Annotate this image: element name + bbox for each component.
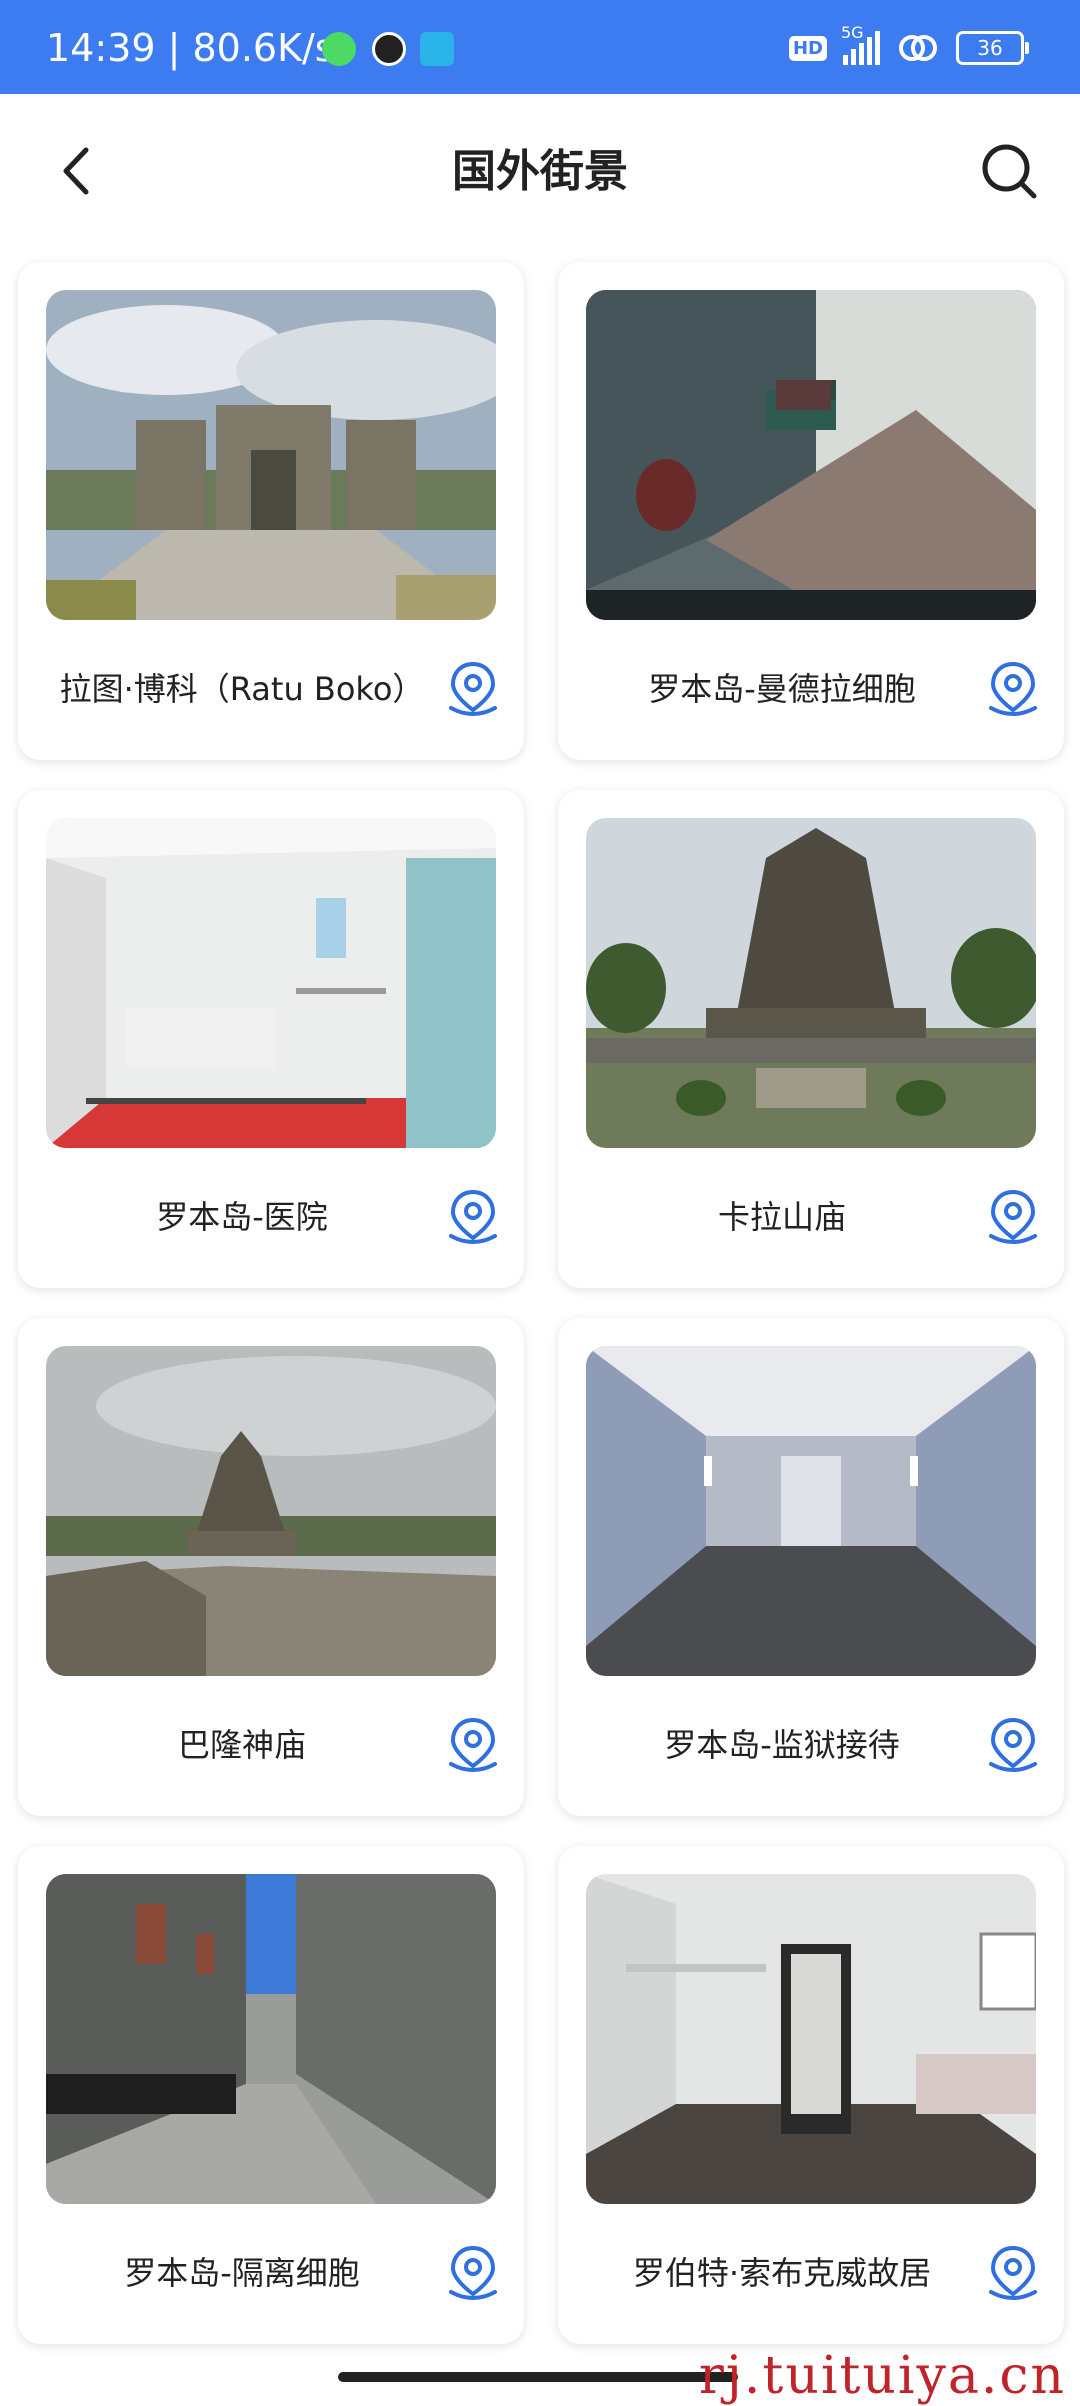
thumbnail-image[interactable] [46, 1874, 496, 2204]
street-view-card[interactable]: 罗本岛-医院 [18, 790, 524, 1288]
home-indicator[interactable] [338, 2372, 738, 2382]
status-time: 14:39 | 80.6K/s [46, 26, 335, 70]
thumbnail-image[interactable] [46, 818, 496, 1148]
link-icon [899, 35, 937, 61]
hd-badge: HD [788, 35, 827, 61]
thumbnail-image[interactable] [586, 290, 1036, 620]
card-title: 罗本岛-监狱接待 [664, 1726, 900, 1764]
location-pin-icon[interactable] [446, 660, 500, 718]
thumbnail-image[interactable] [586, 1346, 1036, 1676]
card-title: 卡拉山庙 [717, 1198, 846, 1236]
card-title: 罗本岛-医院 [156, 1198, 328, 1236]
card-title: 巴隆神庙 [177, 1726, 306, 1764]
qq-icon [372, 32, 406, 66]
street-view-card[interactable]: 卡拉山庙 [558, 790, 1064, 1288]
location-pin-icon[interactable] [446, 2244, 500, 2302]
street-view-card[interactable]: 罗伯特·索布克威故居 [558, 1846, 1064, 2344]
location-pin-icon[interactable] [986, 2244, 1040, 2302]
wechat-icon [322, 32, 356, 66]
location-pin-icon[interactable] [986, 660, 1040, 718]
card-title: 罗伯特·索布克威故居 [632, 2254, 932, 2292]
location-pin-icon[interactable] [986, 1188, 1040, 1246]
thumbnail-image[interactable] [46, 290, 496, 620]
street-view-card[interactable]: 罗本岛-曼德拉细胞 [558, 262, 1064, 760]
thumbnail-image[interactable] [46, 1346, 496, 1676]
location-pin-icon[interactable] [446, 1716, 500, 1774]
hotspot-icon [420, 32, 454, 66]
status-bar: 14:39 | 80.6K/s HD 5G 36 [0, 0, 1080, 94]
thumbnail-image[interactable] [586, 818, 1036, 1148]
watermark: rj.tuituiya.cn [698, 2346, 1066, 2406]
top-app-bar: 国外街景 [0, 94, 1080, 244]
card-title: 拉图·博科（Ratu Boko） [59, 670, 425, 708]
location-pin-icon[interactable] [986, 1716, 1040, 1774]
page-title: 国外街景 [452, 146, 628, 197]
signal-icon: 5G [841, 23, 880, 65]
location-pin-icon[interactable] [446, 1188, 500, 1246]
street-view-card[interactable]: 罗本岛-监狱接待 [558, 1318, 1064, 1816]
street-view-card[interactable]: 巴隆神庙 [18, 1318, 524, 1816]
network-type: 5G [841, 23, 864, 42]
street-view-card[interactable]: 拉图·博科（Ratu Boko） [18, 262, 524, 760]
thumbnail-image[interactable] [586, 1874, 1036, 2204]
search-icon[interactable] [974, 136, 1044, 206]
card-title: 罗本岛-隔离细胞 [124, 2254, 360, 2292]
battery-icon: 36 [956, 31, 1029, 65]
card-title: 罗本岛-曼德拉细胞 [648, 670, 916, 708]
street-view-card[interactable]: 罗本岛-隔离细胞 [18, 1846, 524, 2344]
